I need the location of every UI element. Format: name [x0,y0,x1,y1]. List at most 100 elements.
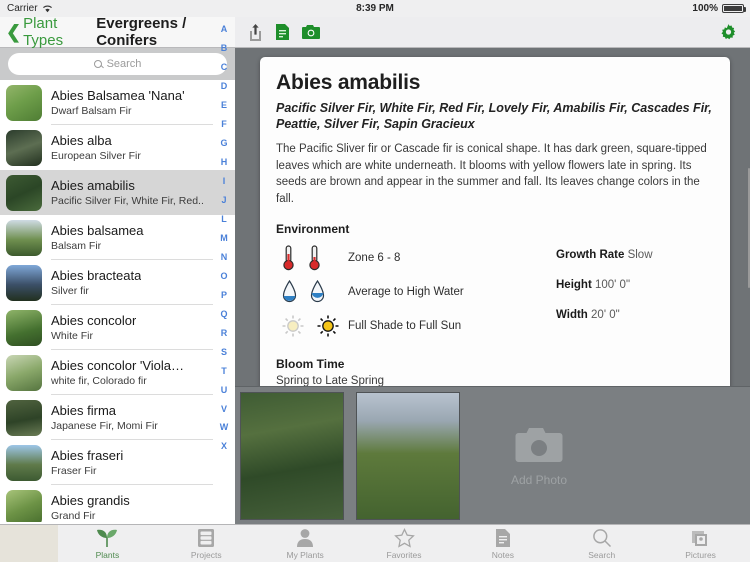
clock: 8:39 PM [356,3,394,14]
plant-thumbnail [6,489,42,522]
water-drop-icon [310,279,325,302]
list-item[interactable]: Abies alba European Silver Fir [0,125,235,170]
stat-row: Width 20' 0" [556,309,653,321]
tab-bar-corner [0,524,58,562]
sun-icon [282,315,304,337]
tab-favorites-label: Favorites [386,549,422,560]
index-letter[interactable]: W [220,422,229,432]
environment-row: Zone 6 - 8 [276,241,546,275]
list-item-title: Abies fraseri [51,448,124,463]
plant-thumbnail [6,444,42,481]
index-letter[interactable]: Q [220,309,227,319]
index-letter[interactable]: J [221,195,226,205]
sun-icon [317,315,339,337]
index-letter[interactable]: G [220,138,227,148]
plant-photo[interactable] [240,391,344,520]
list-item[interactable]: Abies Balsamea 'Nana' Dwarf Balsam Fir [0,80,235,125]
index-letter[interactable]: H [221,157,228,167]
index-letter[interactable]: N [221,252,228,262]
tab-search[interactable]: Search [552,528,651,560]
environment-icon-pair [276,315,348,337]
plant-thumbnail [6,354,42,391]
index-letter[interactable]: E [221,100,227,110]
list-item[interactable]: Abies concolor White Fir [0,305,235,350]
add-photo-button[interactable]: Add Photo [484,424,594,487]
environment-heading: Environment [276,221,350,236]
index-letter[interactable]: I [223,176,226,186]
tab-plants[interactable]: Plants [58,528,157,560]
plant-thumbnail [6,174,42,211]
sidebar: ❮ Plant Types Evergreens / Conifers Sear… [0,15,235,524]
back-button[interactable]: ❮ Plant Types [6,15,91,49]
environment-row: Average to High Water [276,275,546,309]
list-item-title: Abies Balsamea 'Nana' [51,88,185,103]
list-item-subtitle: Balsam Fir [51,240,102,252]
add-photo-label: Add Photo [510,473,568,487]
stat-row: Height 100' 0" [556,279,653,291]
list-item[interactable]: Abies grandis Grand Fir [0,485,235,522]
document-icon [495,528,510,547]
plant-thumbnail [6,264,42,301]
gear-icon[interactable] [720,24,737,41]
list-item-subtitle: Silver fir [51,285,89,297]
list-item[interactable]: Abies amabilis Pacific Silver Fir, White … [0,170,235,215]
tab-projects[interactable]: Projects [157,528,256,560]
leaf-icon [97,529,118,547]
tab-my-plants[interactable]: My Plants [256,528,355,560]
index-letter[interactable]: P [221,290,227,300]
search-input[interactable]: Search [8,53,227,75]
environment-row: Full Shade to Full Sun [276,309,546,343]
detail-toolbar [235,17,750,48]
tab-notes[interactable]: Notes [453,528,552,560]
list-item[interactable]: Abies fraseri Fraser Fir [0,440,235,485]
index-letter[interactable]: X [221,441,227,451]
alphabet-index[interactable]: ABCDEFGHIJLMNOPQRSTUVWX [213,17,235,459]
stat-row: Growth Rate Slow [556,249,653,261]
index-letter[interactable]: M [220,233,228,243]
detail-pane: Abies amabilis Pacific Silver Fir, White… [235,17,750,524]
index-letter[interactable]: C [221,62,228,72]
environment-value: Full Shade to Full Sun [348,319,462,332]
environment-value: Zone 6 - 8 [348,251,401,264]
tab-pictures-label: Pictures [685,549,716,560]
tab-pictures[interactable]: Pictures [651,528,750,560]
index-letter[interactable]: S [221,347,227,357]
list-item-subtitle: White Fir [51,330,93,342]
tab-bar: Plants Projects My Plants Favorites Note… [0,524,750,562]
bloom-time-value: Spring to Late Spring [276,374,385,386]
list-item[interactable]: Abies bracteata Silver fir [0,260,235,305]
list-item-subtitle: Fraser Fir [51,465,97,477]
list-item-title: Abies firma [51,403,117,418]
battery-icon [722,4,746,13]
plant-list[interactable]: Abies Balsamea 'Nana' Dwarf Balsam Fir Abi… [0,80,235,522]
index-letter[interactable]: F [221,119,227,129]
index-letter[interactable]: R [221,328,228,338]
add-photo-camera-icon [515,428,563,462]
list-item[interactable]: Abies firma Japanese Fir, Momi Fir [0,395,235,440]
tab-favorites[interactable]: Favorites [355,527,454,560]
plant-common-names: Pacific Silver Fir, White Fir, Red Fir, … [276,101,712,131]
tab-my-plants-label: My Plants [286,549,324,560]
note-icon[interactable] [275,23,290,41]
list-item[interactable]: Abies concolor 'Viola… white fir, Colorad… [0,350,235,395]
environment-grid: Zone 6 - 8 Average to High Water Full Shad… [276,241,714,343]
plant-title: Abies amabilis [276,71,421,94]
index-letter[interactable]: T [221,366,227,376]
index-letter[interactable]: A [221,24,228,34]
plant-photo[interactable] [356,391,460,520]
bloom-time-heading: Bloom Time [276,356,345,371]
water-drop-icon [282,279,297,302]
index-letter[interactable]: D [221,81,228,91]
camera-icon[interactable] [301,24,321,40]
index-letter[interactable]: L [221,214,227,224]
index-letter[interactable]: B [221,43,228,53]
index-letter[interactable]: V [221,404,227,414]
index-letter[interactable]: U [221,385,228,395]
detail-scroll-area[interactable]: Abies amabilis Pacific Silver Fir, White… [235,48,750,386]
environment-icon-pair [276,245,348,271]
list-item[interactable]: Abies balsamea Balsam Fir [0,215,235,260]
share-icon[interactable] [247,23,264,42]
index-letter[interactable]: O [220,271,227,281]
plant-thumbnail [6,219,42,256]
list-item-title: Abies grandis [51,493,130,508]
